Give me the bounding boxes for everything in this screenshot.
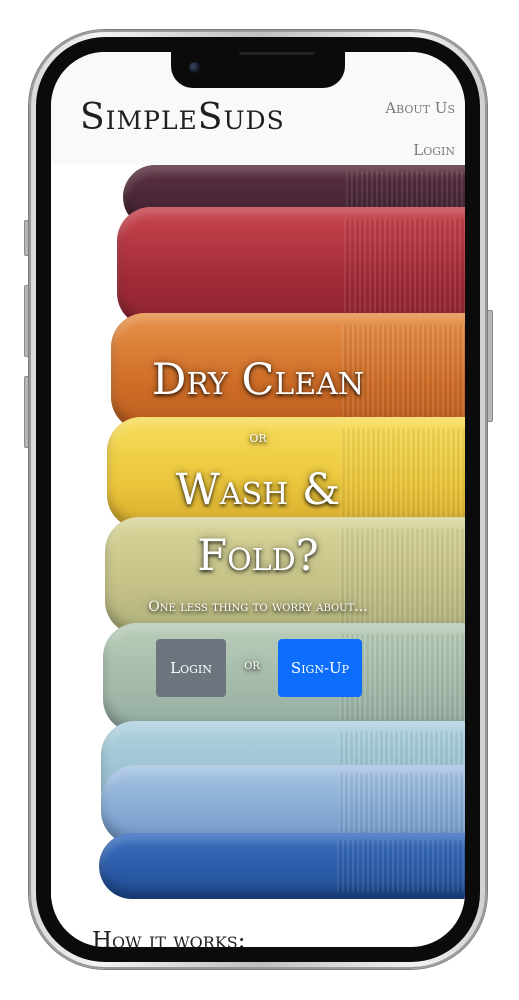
- hero-title-dry-clean: Dry Clean: [151, 355, 365, 405]
- front-camera-icon: [189, 62, 200, 73]
- hero-tagline: One less thing to worry about...: [148, 599, 368, 615]
- hero-content: Dry Clean or Wash & Fold? One less thing…: [51, 165, 465, 899]
- how-it-works-heading: How it works:: [92, 928, 246, 947]
- hero-or-small: or: [249, 427, 267, 446]
- hero-login-button[interactable]: Login: [156, 639, 226, 697]
- brand-logo[interactable]: SimpleSuds: [80, 97, 285, 138]
- hero-signup-button[interactable]: Sign-Up: [278, 639, 362, 697]
- nav-link-about-us[interactable]: About Us: [385, 99, 455, 117]
- earpiece-speaker: [239, 52, 315, 55]
- phone-screen: SimpleSuds About Us Login Dry Clean or W…: [51, 52, 465, 947]
- nav-link-login[interactable]: Login: [413, 141, 455, 159]
- hero-section: Dry Clean or Wash & Fold? One less thing…: [51, 165, 465, 899]
- phone-frame: SimpleSuds About Us Login Dry Clean or W…: [29, 30, 487, 969]
- hero-or-between-buttons: or: [244, 657, 260, 673]
- hero-title-fold: Fold?: [197, 531, 319, 581]
- device-mockup: SimpleSuds About Us Login Dry Clean or W…: [0, 0, 519, 1000]
- hero-title-wash: Wash &: [175, 465, 341, 515]
- phone-bezel: SimpleSuds About Us Login Dry Clean or W…: [36, 37, 480, 962]
